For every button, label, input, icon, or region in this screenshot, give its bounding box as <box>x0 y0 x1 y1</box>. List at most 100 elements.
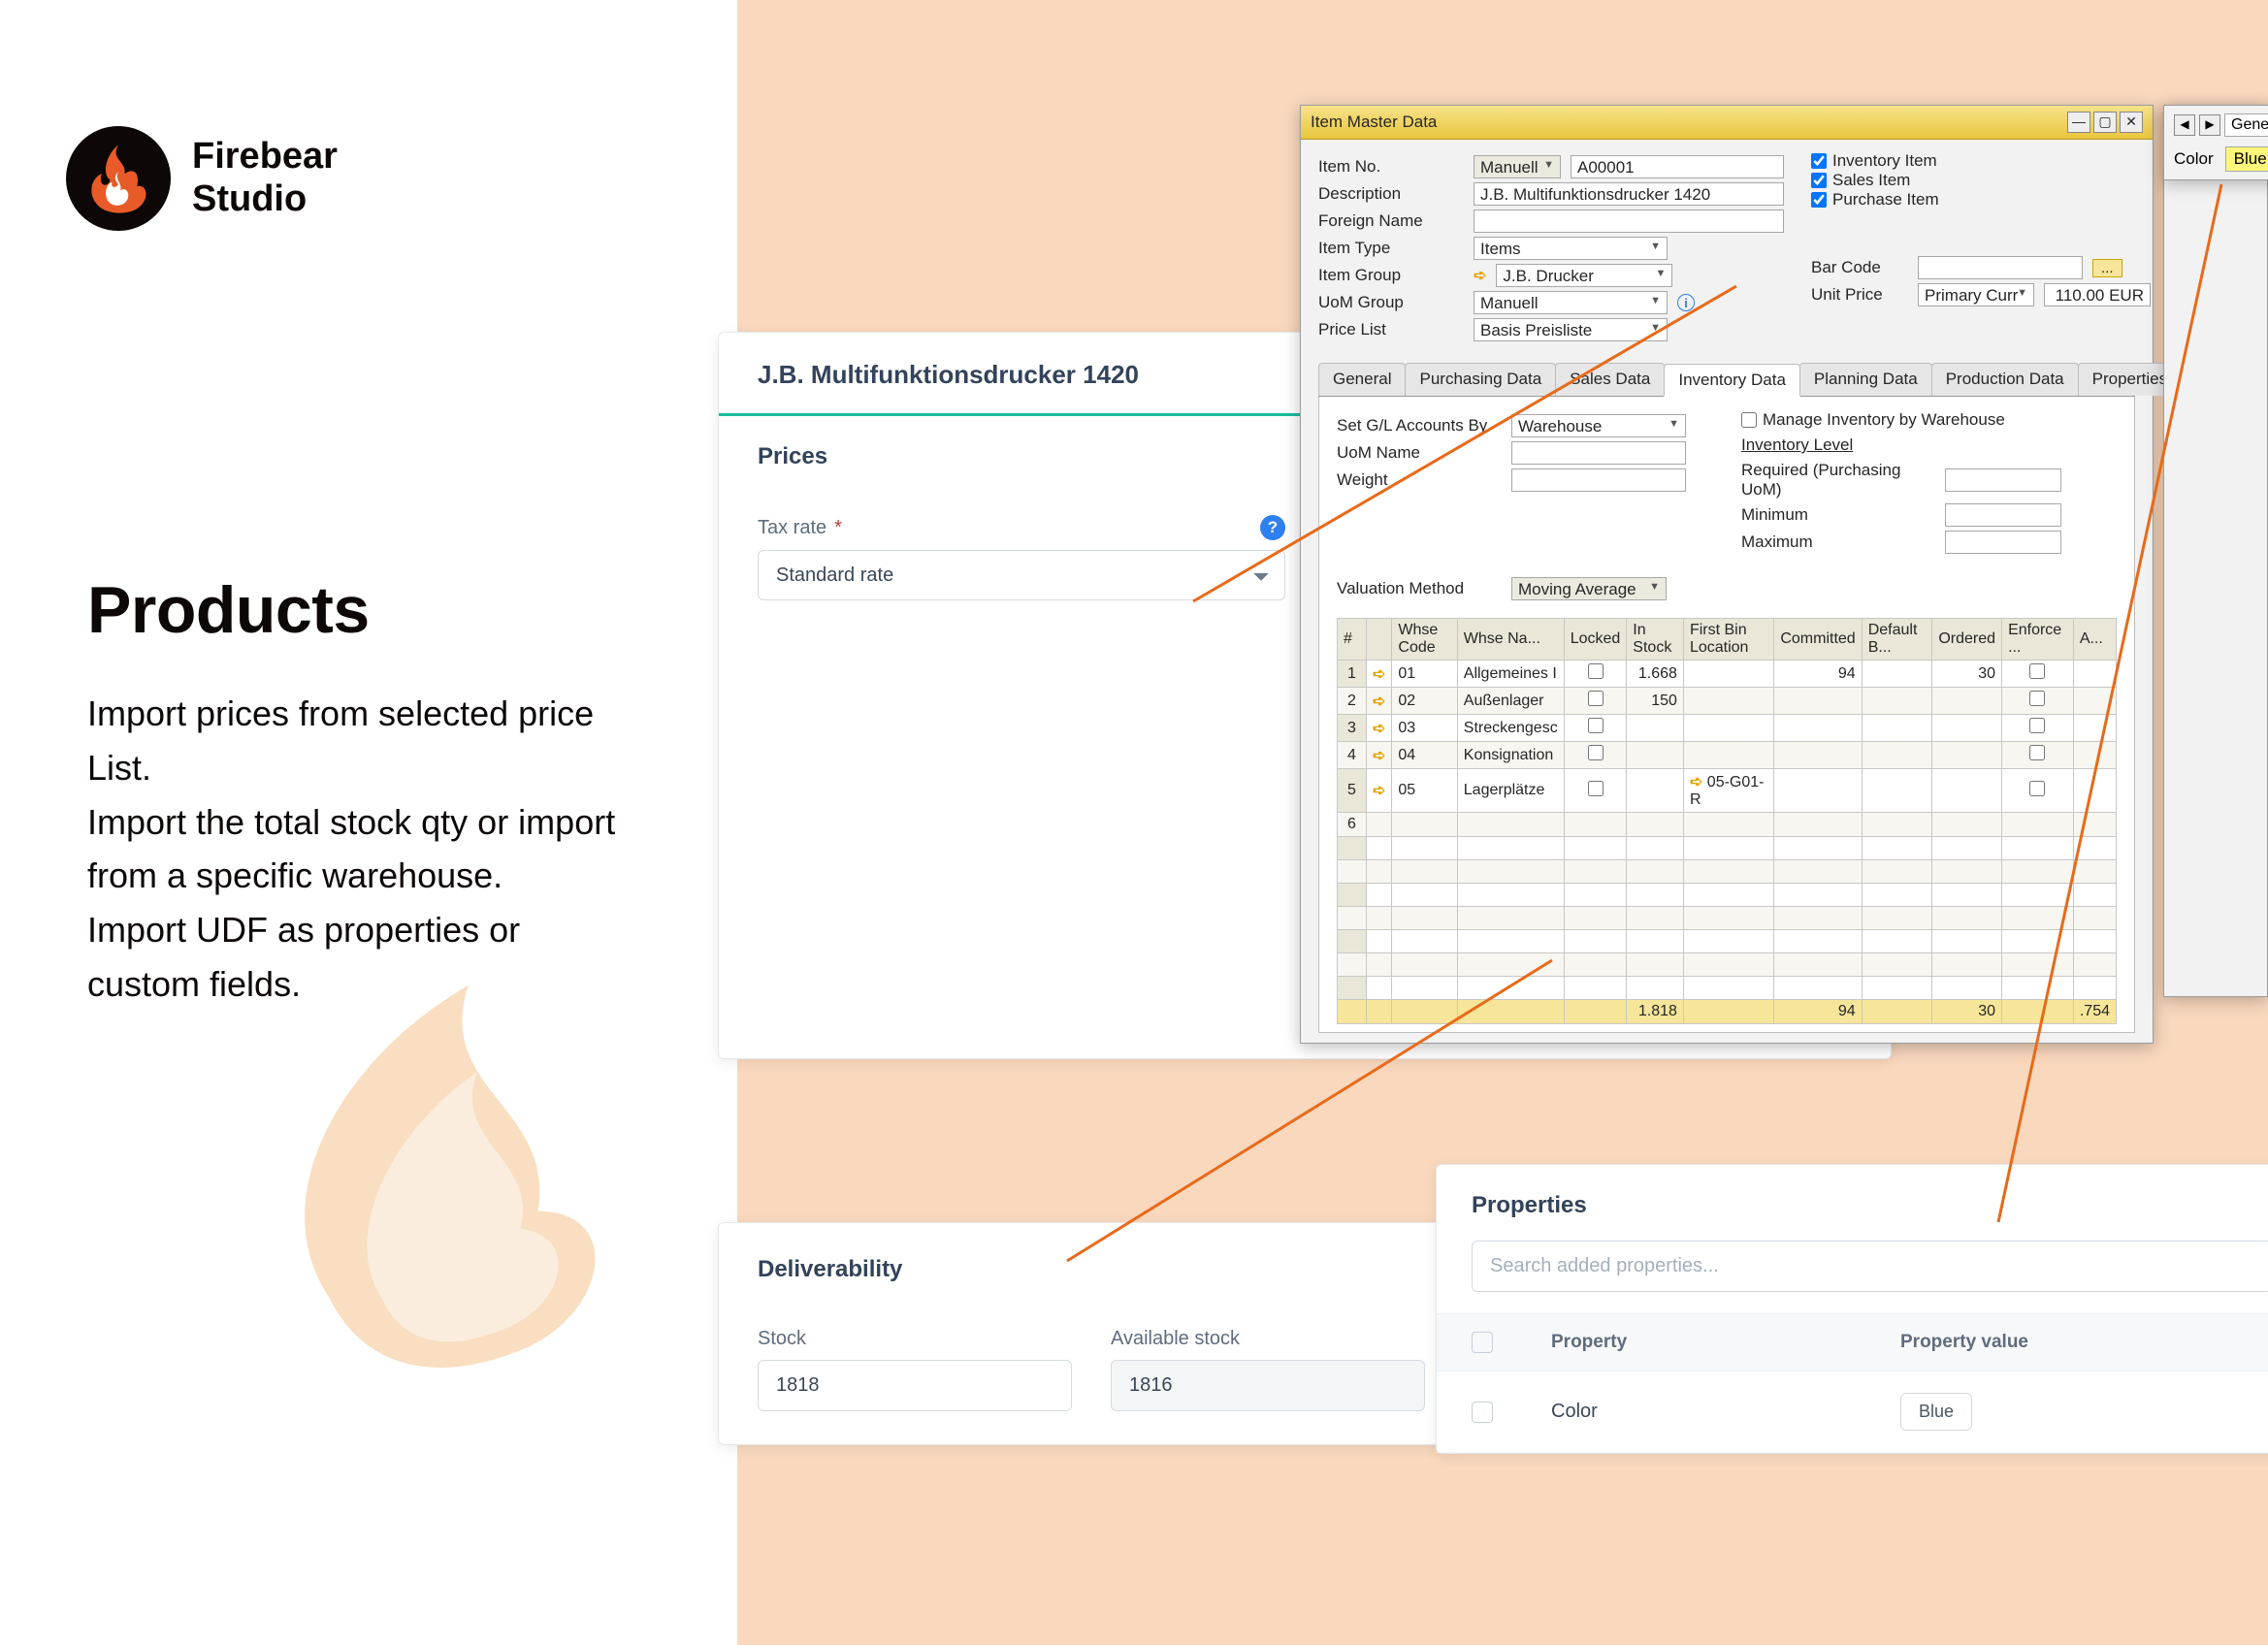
uom-name-value[interactable] <box>1511 441 1686 465</box>
whse-row[interactable]: 5➪05Lagerplätze➪ 05-G01-R <box>1338 769 2117 813</box>
minimum-label: Minimum <box>1741 505 1935 525</box>
udf-next-icon[interactable]: ▶ <box>2199 114 2220 136</box>
whse-col[interactable]: Whse Na... <box>1457 619 1564 661</box>
whse-col[interactable]: In Stock <box>1627 619 1684 661</box>
whse-row[interactable]: 2➪02Außenlager150 <box>1338 688 2117 715</box>
foreign-label: Foreign Name <box>1318 211 1464 231</box>
sap-tab-planning-data[interactable]: Planning Data <box>1799 363 1932 396</box>
whse-row[interactable]: 1➪01Allgemeines I1.6689430 <box>1338 661 2117 688</box>
manage-inv-checkbox[interactable]: Manage Inventory by Warehouse <box>1741 410 2117 430</box>
minimize-icon[interactable]: — <box>2067 112 2090 133</box>
whse-row[interactable]: 4➪04Konsignation <box>1338 742 2117 769</box>
logo-mark <box>66 126 171 231</box>
whse-col[interactable]: A... <box>2073 619 2116 661</box>
whse-row-empty <box>1338 930 2117 953</box>
valuation-method-select[interactable]: Moving Average <box>1511 577 1667 600</box>
item-type-select[interactable]: Items <box>1474 237 1668 260</box>
properties-panel: Properties Property Property value Color… <box>1436 1164 2268 1454</box>
maximum-value[interactable] <box>1945 531 2061 554</box>
avail-stock-input <box>1111 1360 1425 1411</box>
copy-body: Import prices from selected price List. … <box>87 687 631 1012</box>
tax-rate-select[interactable]: Standard rate <box>758 550 1285 600</box>
logo-line2: Studio <box>192 178 338 221</box>
close-icon[interactable]: ✕ <box>2120 112 2143 133</box>
copy-title: Products <box>87 572 631 648</box>
unit-price-currency[interactable]: Primary Curr <box>1918 283 2034 306</box>
whse-col[interactable]: First Bin Location <box>1683 619 1773 661</box>
whse-row[interactable]: 6 <box>1338 813 2117 837</box>
minimum-value[interactable] <box>1945 503 2061 527</box>
property-value-chip[interactable]: Blue <box>1900 1393 1972 1431</box>
uom-name-label: UoM Name <box>1337 443 1502 463</box>
sales-item-checkbox[interactable]: Sales Item <box>1811 171 2151 190</box>
desc-value[interactable]: J.B. Multifunktionsdrucker 1420 <box>1474 182 1784 206</box>
uom-group-label: UoM Group <box>1318 293 1464 312</box>
whse-col[interactable]: Locked <box>1564 619 1627 661</box>
whse-row-empty <box>1338 884 2117 907</box>
item-group-label: Item Group <box>1318 266 1464 285</box>
weight-label: Weight <box>1337 470 1502 490</box>
sap-tab-purchasing-data[interactable]: Purchasing Data <box>1405 363 1556 396</box>
barcode-browse-button[interactable]: ... <box>2092 259 2122 277</box>
col-property: Property <box>1551 1332 1842 1353</box>
properties-search-input[interactable] <box>1472 1241 2268 1292</box>
udf-field-value[interactable]: Blue <box>2225 146 2268 172</box>
item-no-value[interactable]: A00001 <box>1571 155 1784 178</box>
foreign-value[interactable] <box>1474 210 1784 233</box>
required-value[interactable] <box>1945 468 2061 492</box>
whse-row-empty <box>1338 907 2117 930</box>
sap-tab-sales-data[interactable]: Sales Data <box>1555 363 1665 396</box>
whse-row-empty <box>1338 860 2117 884</box>
whse-col[interactable]: Whse Code <box>1392 619 1457 661</box>
whse-col[interactable]: Committed <box>1774 619 1862 661</box>
select-all-checkbox[interactable] <box>1472 1332 1493 1353</box>
item-type-label: Item Type <box>1318 239 1464 258</box>
inventory-level-link[interactable]: Inventory Level <box>1741 435 2117 455</box>
required-label: Required (Purchasing UoM) <box>1741 461 1935 500</box>
maximize-icon[interactable]: ▢ <box>2093 112 2117 133</box>
avail-stock-label: Available stock <box>1111 1328 1425 1350</box>
udf-field-label: Color <box>2174 149 2214 169</box>
flame-icon <box>85 143 151 215</box>
link-arrow-icon[interactable]: ➪ <box>1474 266 1486 285</box>
whse-col[interactable]: # <box>1338 619 1367 661</box>
uom-group-select[interactable]: Manuell <box>1474 291 1668 314</box>
item-group-select[interactable]: J.B. Drucker <box>1496 264 1672 287</box>
stock-input[interactable] <box>758 1360 1072 1411</box>
whse-row[interactable]: 3➪03Streckengesc <box>1338 715 2117 742</box>
sap-item-master-window: Item Master Data — ▢ ✕ Item No. Manuell … <box>1300 105 2154 1044</box>
udf-category-select[interactable]: General <box>2224 113 2268 137</box>
sap-udf-panel-full: ◀ ▶ General Color Blue <box>2163 105 2268 180</box>
weight-value[interactable] <box>1511 468 1686 492</box>
inventory-item-checkbox[interactable]: Inventory Item <box>1811 151 2151 171</box>
logo-line1: Firebear <box>192 136 338 178</box>
set-gl-select[interactable]: Warehouse <box>1511 414 1686 437</box>
item-no-label: Item No. <box>1318 157 1464 177</box>
whse-col[interactable] <box>1367 619 1392 661</box>
whse-col[interactable]: Default B... <box>1862 619 1932 661</box>
sap-tab-production-data[interactable]: Production Data <box>1931 363 2079 396</box>
sap-window-titlebar[interactable]: Item Master Data — ▢ ✕ <box>1301 106 2153 140</box>
udf-prev-icon[interactable]: ◀ <box>2174 114 2195 136</box>
item-no-mode[interactable]: Manuell <box>1474 155 1561 178</box>
unit-price-label: Unit Price <box>1811 285 1908 305</box>
sap-udf-panel <box>2163 105 2268 997</box>
row-checkbox[interactable] <box>1472 1402 1493 1423</box>
desc-label: Description <box>1318 184 1464 204</box>
sap-tab-inventory-data[interactable]: Inventory Data <box>1664 364 1800 397</box>
maximum-label: Maximum <box>1741 532 1935 552</box>
barcode-value[interactable] <box>1918 256 2083 279</box>
barcode-label: Bar Code <box>1811 258 1908 277</box>
info-icon[interactable]: i <box>1677 294 1695 311</box>
valuation-method-label: Valuation Method <box>1337 579 1502 598</box>
purchase-item-checkbox[interactable]: Purchase Item <box>1811 190 2151 210</box>
unit-price-value[interactable]: 110.00 EUR <box>2044 283 2151 306</box>
stock-label: Stock <box>758 1328 1072 1350</box>
whse-col[interactable]: Ordered <box>1932 619 2002 661</box>
decorative-flame-bg <box>272 951 631 1368</box>
whse-col[interactable]: Enforce ... <box>2002 619 2074 661</box>
price-list-select[interactable]: Basis Preisliste <box>1474 318 1668 341</box>
help-icon[interactable]: ? <box>1260 515 1285 540</box>
sap-tab-general[interactable]: General <box>1318 363 1406 396</box>
tax-rate-label: Tax rate* ? <box>758 515 1285 540</box>
